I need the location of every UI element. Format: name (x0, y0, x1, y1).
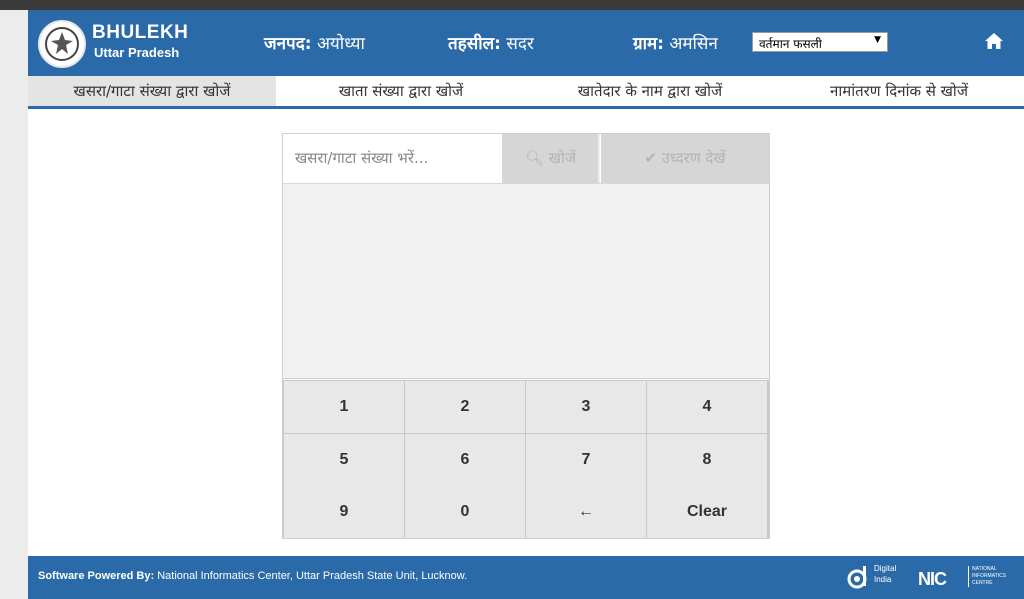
digital-india-line1: Digital (874, 564, 897, 573)
village-value: अमसिन (669, 34, 718, 54)
view-extract-button[interactable]: ✔ उध्दरण देखें (601, 134, 769, 183)
village-label: ग्राम: (633, 34, 664, 54)
search-icon: 🔍︎ (524, 149, 544, 167)
key-9[interactable]: 9 (284, 486, 404, 538)
season-select-value: वर्तमान फसली (759, 37, 822, 51)
key-0[interactable]: 0 (405, 486, 525, 538)
results-area (283, 183, 769, 379)
footer: Software Powered By: National Informatic… (28, 556, 1024, 599)
tab-khasra-search[interactable]: खसरा/गाटा संख्या द्वारा खोजें (28, 76, 276, 106)
brand-title: BHULEKH (92, 22, 189, 43)
footer-credit: Software Powered By: National Informatic… (38, 570, 467, 582)
digital-india-logo-icon (847, 566, 867, 589)
footer-powered-label: Software Powered By: (38, 570, 155, 582)
numeric-keypad: 1 2 3 4 5 6 7 8 9 0 ← Clear (283, 380, 769, 538)
search-button[interactable]: 🔍︎ खोजें (503, 134, 600, 183)
district-label: जनपद: (264, 34, 312, 54)
key-6[interactable]: 6 (405, 434, 525, 486)
district-value: अयोध्या (316, 34, 365, 54)
home-icon[interactable] (984, 32, 1004, 50)
season-select[interactable]: वर्तमान फसली ▼ (752, 32, 888, 52)
dropdown-arrow-icon: ▼ (874, 35, 881, 45)
view-extract-label: उध्दरण देखें (661, 149, 726, 167)
browser-top-strip (0, 0, 1024, 10)
village-info: ग्राम: अमसिन (633, 31, 718, 54)
khasra-search-input[interactable]: खसरा/गाटा संख्या भरें... (283, 134, 503, 183)
tab-owner-name-search[interactable]: खातेदार के नाम द्वारा खोजें (526, 76, 774, 106)
tab-mutation-date-search[interactable]: नामांतरण दिनांक से खोजें (774, 76, 1024, 106)
nic-sub-line1: NATIONAL (972, 566, 997, 572)
key-7[interactable]: 7 (526, 434, 646, 486)
footer-powered-text: National Informatics Center, Uttar Prade… (154, 570, 468, 582)
key-3[interactable]: 3 (526, 381, 646, 433)
nic-sub-line3: CENTRE (972, 580, 993, 586)
tehsil-label: तहसील: (448, 34, 501, 54)
page: BHULEKH Uttar Pradesh जनपद: अयोध्या तहसी… (28, 10, 1024, 599)
tab-khata-search[interactable]: खाता संख्या द्वारा खोजें (276, 76, 526, 106)
digital-india-line2: India (874, 575, 892, 584)
nic-sub-line2: INFORMATICS (972, 573, 1007, 579)
digital-india-text: Digital India (874, 563, 896, 585)
search-button-label: खोजें (548, 149, 577, 167)
key-5[interactable]: 5 (284, 434, 404, 486)
nic-subtitle: NATIONAL INFORMATICS CENTRE (968, 566, 1006, 587)
check-icon: ✔ (644, 149, 657, 167)
up-emblem-icon[interactable] (38, 20, 86, 68)
brand-subtitle: Uttar Pradesh (94, 45, 180, 60)
tehsil-info: तहसील: सदर (448, 31, 534, 54)
district-info: जनपद: अयोध्या (264, 31, 365, 54)
backspace-key[interactable]: ← (526, 486, 646, 538)
header: BHULEKH Uttar Pradesh जनपद: अयोध्या तहसी… (28, 10, 1024, 76)
search-tabs: खसरा/गाटा संख्या द्वारा खोजें खाता संख्य… (28, 76, 1024, 109)
key-1[interactable]: 1 (284, 381, 404, 433)
arrow-left-icon: ← (578, 503, 594, 520)
search-panel: खसरा/गाटा संख्या भरें... 🔍︎ खोजें ✔ उध्द… (282, 133, 770, 539)
clear-key[interactable]: Clear (647, 486, 767, 538)
key-8[interactable]: 8 (647, 434, 767, 486)
key-2[interactable]: 2 (405, 381, 525, 433)
tehsil-value: सदर (506, 34, 534, 54)
key-4[interactable]: 4 (647, 381, 767, 433)
nic-logo: NIC (918, 569, 947, 589)
